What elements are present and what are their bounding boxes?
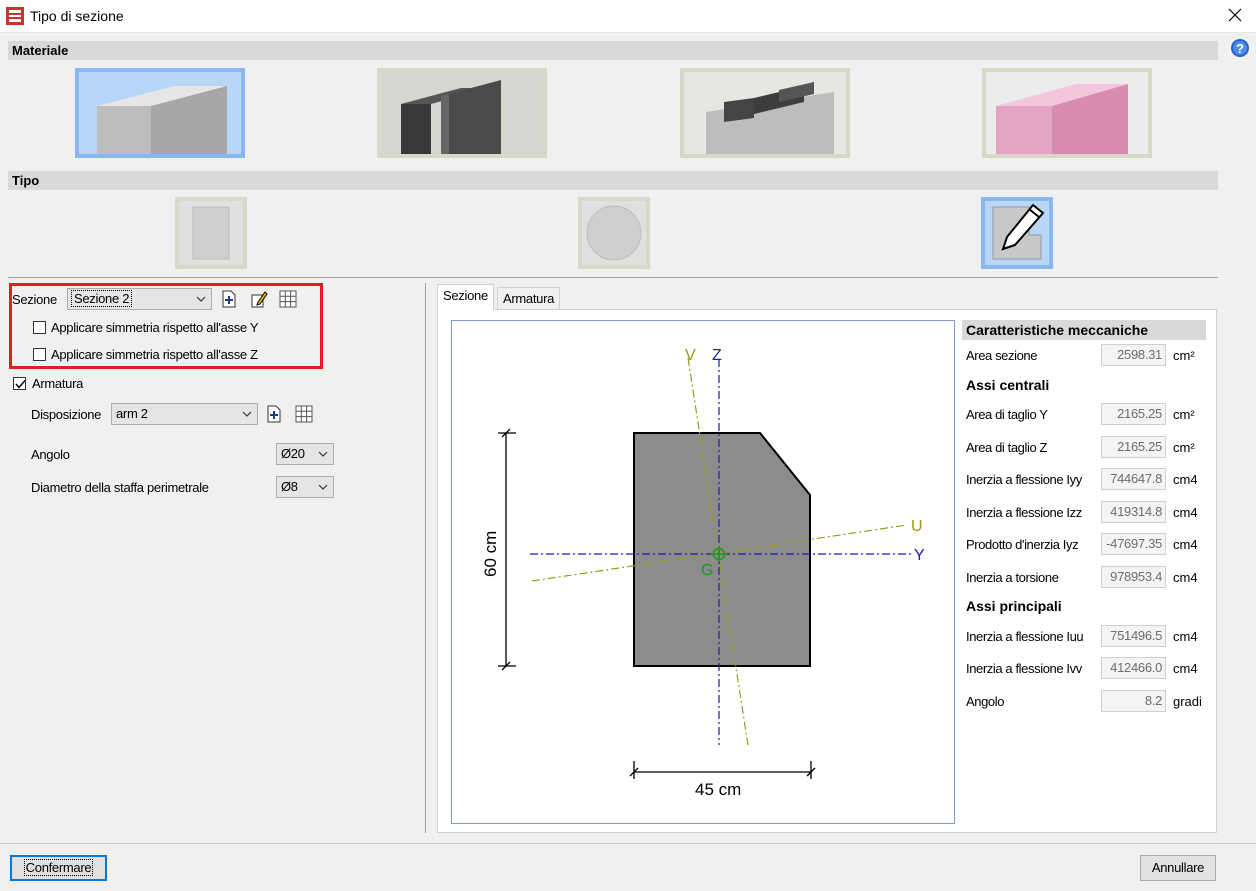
principal-angle-unit: gradi [1173, 694, 1202, 709]
height-dimension [498, 428, 516, 671]
shear-area-z-label: Area di taglio Z [966, 440, 1048, 455]
vertical-divider [425, 283, 426, 833]
tab-sezione[interactable]: Sezione [437, 284, 494, 310]
angolo-select[interactable]: Ø20 [276, 443, 334, 465]
diametro-select-value: Ø8 [281, 479, 298, 494]
properties-header: Caratteristiche meccaniche [962, 320, 1206, 340]
axis-z-label: Z [712, 347, 722, 364]
torsion-label: Inerzia a torsione [966, 570, 1059, 585]
torsion-value: 978953.4 [1101, 566, 1166, 588]
material-concrete-tile[interactable] [75, 68, 245, 158]
armatura-checkbox[interactable] [13, 377, 26, 390]
tab-armatura[interactable]: Armatura [497, 287, 561, 311]
product-inertia-label: Prodotto d'inerzia Iyz [966, 537, 1079, 552]
shear-area-z-value: 2165.25 [1101, 436, 1166, 458]
material-composite-tile[interactable] [680, 68, 850, 158]
width-dimension [629, 761, 816, 779]
close-icon[interactable] [1224, 4, 1246, 26]
inertia-iyy-label: Inerzia a flessione Iyy [966, 472, 1082, 487]
rectangular-section-icon [179, 201, 243, 265]
disposizione-select[interactable]: arm 2 [111, 403, 258, 425]
arrangement-table-icon[interactable] [295, 405, 313, 423]
concrete-block-image [97, 86, 227, 154]
materiale-header: Materiale [8, 41, 1218, 60]
area-label: Area sezione [966, 348, 1038, 363]
product-inertia-unit: cm4 [1173, 537, 1198, 552]
area-unit: cm² [1173, 348, 1195, 363]
product-inertia-value: -47697.35 [1101, 533, 1166, 555]
angolo-select-value: Ø20 [281, 446, 305, 461]
diametro-label: Diametro della staffa perimetrale [31, 480, 209, 495]
add-arrangement-icon[interactable] [265, 405, 283, 423]
height-dimension-label: 60 cm [481, 531, 500, 577]
axis-v-label: V [685, 347, 696, 364]
confirm-button-label: Confermare [23, 859, 94, 876]
footer-divider [0, 843, 1256, 844]
inertia-iyy-unit: cm4 [1173, 472, 1198, 487]
divider [8, 277, 1218, 278]
app-icon [6, 7, 24, 25]
area-value: 2598.31 [1101, 344, 1166, 366]
inertia-ivv-value: 412466.0 [1101, 657, 1166, 679]
section-drawing: G V Z U Y 60 cm 45 cm [481, 347, 925, 799]
armatura-label: Armatura [32, 376, 84, 391]
highlight-box [9, 283, 323, 369]
section-canvas[interactable]: G V Z U Y 60 cm 45 cm [451, 320, 955, 824]
tipo-header: Tipo [8, 171, 1218, 190]
inertia-ivv-unit: cm4 [1173, 661, 1198, 676]
axis-u-label: U [911, 518, 923, 535]
principal-angle-label: Angolo [966, 694, 1005, 709]
chevron-down-icon [318, 451, 328, 457]
disposizione-select-value: arm 2 [116, 406, 148, 421]
principal-axes-heading: Assi principali [966, 598, 1062, 614]
generic-block-image [986, 72, 1148, 154]
inertia-iuu-value: 751496.5 [1101, 625, 1166, 647]
title-bar: Tipo di sezione [0, 0, 1256, 33]
composite-section-image [684, 72, 846, 154]
disposizione-label: Disposizione [31, 407, 102, 422]
inertia-izz-label: Inerzia a flessione Izz [966, 505, 1082, 520]
material-generic-tile[interactable] [982, 68, 1152, 158]
checkmark-icon [15, 380, 26, 389]
centroid-label: G [701, 562, 713, 579]
principal-angle-value: 8.2 [1101, 690, 1166, 712]
confirm-button[interactable]: Confermare [10, 855, 107, 881]
chevron-down-icon [242, 411, 252, 417]
shear-area-y-unit: cm² [1173, 407, 1195, 422]
axis-y-label: Y [914, 547, 925, 564]
diametro-select[interactable]: Ø8 [276, 476, 334, 498]
window-title: Tipo di sezione [30, 8, 124, 24]
angolo-label: Angolo [31, 447, 70, 462]
chevron-down-icon [318, 484, 328, 490]
type-generic-tile[interactable] [981, 197, 1053, 269]
inertia-izz-value: 419314.8 [1101, 501, 1166, 523]
svg-text:?: ? [1236, 41, 1244, 56]
torsion-unit: cm4 [1173, 570, 1198, 585]
inertia-izz-unit: cm4 [1173, 505, 1198, 520]
shear-area-y-label: Area di taglio Y [966, 407, 1048, 422]
inertia-iuu-unit: cm4 [1173, 629, 1198, 644]
central-axes-heading: Assi centrali [966, 377, 1050, 393]
material-steel-tile[interactable] [377, 68, 547, 158]
help-icon[interactable]: ? [1230, 38, 1250, 58]
width-dimension-label: 45 cm [695, 780, 741, 799]
inertia-iyy-value: 744647.8 [1101, 468, 1166, 490]
edit-section-icon [985, 201, 1049, 265]
type-rectangular-tile[interactable] [175, 197, 247, 269]
inertia-ivv-label: Inerzia a flessione Ivv [966, 661, 1082, 676]
cancel-button[interactable]: Annullare [1140, 855, 1216, 881]
inertia-iuu-label: Inerzia a flessione Iuu [966, 629, 1084, 644]
circular-section-icon [582, 201, 646, 265]
shear-area-y-value: 2165.25 [1101, 403, 1166, 425]
shear-area-z-unit: cm² [1173, 440, 1195, 455]
steel-section-image [381, 72, 543, 154]
type-circular-tile[interactable] [578, 197, 650, 269]
